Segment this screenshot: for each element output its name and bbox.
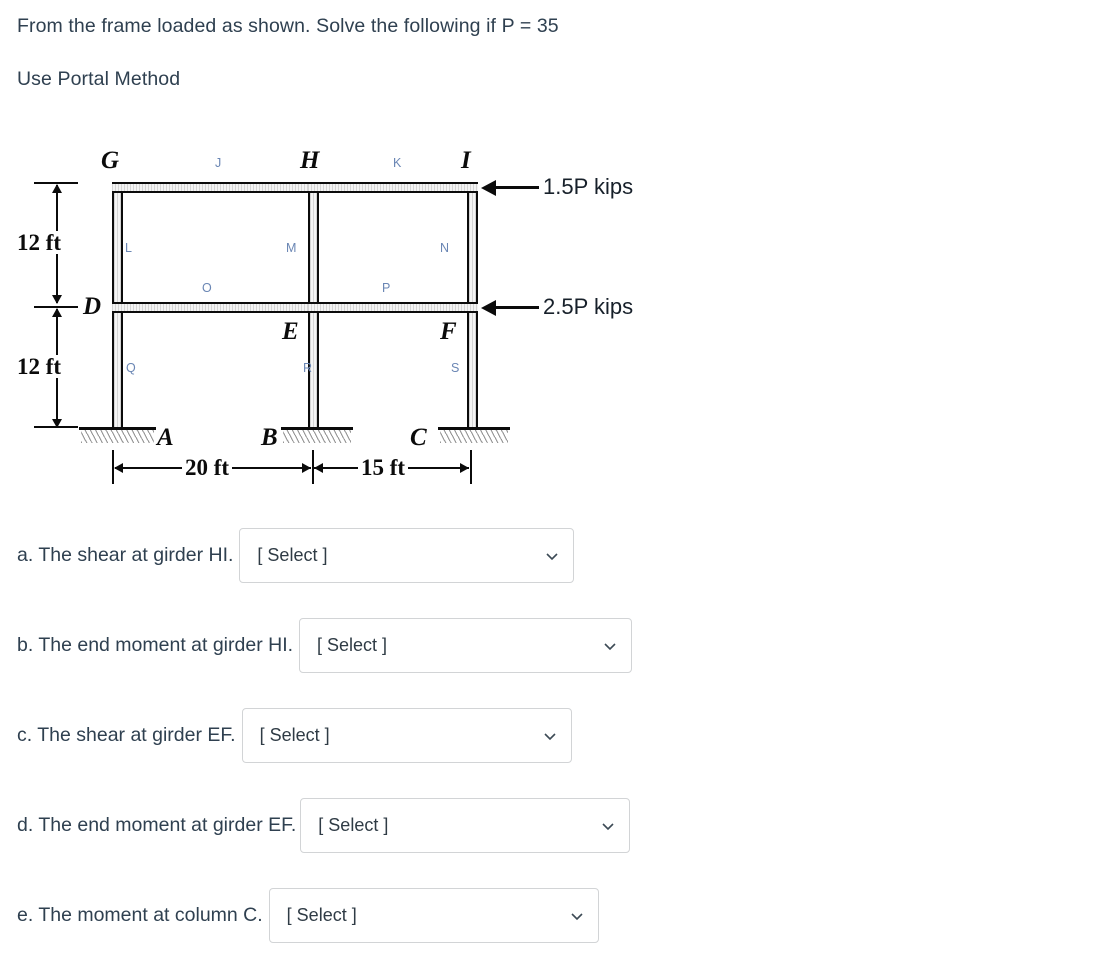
select-value-a: [ Select ] bbox=[257, 545, 328, 565]
midpoint-label-J: J bbox=[215, 156, 222, 170]
midpoint-label-N: N bbox=[440, 241, 450, 255]
midpoint-label-K: K bbox=[393, 156, 402, 170]
dim-arrow-lower-bottom bbox=[52, 419, 62, 428]
load-shaft-middle bbox=[495, 306, 539, 310]
support-hatch-A bbox=[81, 430, 154, 443]
select-shear-girder-EF[interactable]: [ Select ] bbox=[241, 708, 572, 763]
girder-GH bbox=[112, 182, 319, 193]
joint-label-C: C bbox=[410, 424, 427, 451]
joint-label-E: E bbox=[282, 318, 299, 345]
support-hatch-B bbox=[283, 430, 351, 443]
dim-arrow-bay-left-start bbox=[114, 463, 123, 473]
question-row-e: e. The moment at column C. [ Select ] bbox=[17, 888, 599, 943]
dim-arrow-upper-bottom bbox=[52, 295, 62, 304]
question-label-c: c. The shear at girder EF. bbox=[17, 724, 236, 746]
load-label-middle: 2.5P kips bbox=[543, 294, 634, 319]
chevron-down-icon bbox=[544, 732, 556, 740]
dim-arrow-bay-left-end bbox=[302, 463, 311, 473]
midpoint-label-Q: Q bbox=[126, 361, 136, 375]
joint-label-I: I bbox=[461, 147, 471, 174]
midpoint-label-M: M bbox=[286, 241, 297, 255]
question-label-a: a. The shear at girder HI. bbox=[17, 544, 234, 566]
select-moment-column-C[interactable]: [ Select ] bbox=[268, 888, 599, 943]
girder-DE bbox=[112, 302, 319, 313]
joint-label-F: F bbox=[440, 318, 457, 345]
girder-HI bbox=[308, 182, 478, 193]
select-shear-girder-HI[interactable]: [ Select ] bbox=[239, 528, 575, 583]
question-row-a: a. The shear at girder HI. [ Select ] bbox=[17, 528, 575, 583]
dim-label-bay-right: 15 ft bbox=[358, 456, 409, 479]
midpoint-label-R: R bbox=[303, 361, 313, 375]
chevron-down-icon bbox=[546, 552, 558, 560]
question-label-b: b. The end moment at girder HI. bbox=[17, 634, 294, 656]
dim-arrow-lower-top bbox=[52, 308, 62, 317]
dim-extension-C bbox=[470, 450, 473, 484]
midpoint-label-S: S bbox=[451, 361, 460, 375]
chevron-down-icon bbox=[571, 912, 583, 920]
problem-statement-line-2: Use Portal Method bbox=[17, 68, 181, 90]
midpoint-label-L: L bbox=[125, 241, 132, 255]
question-label-e: e. The moment at column C. bbox=[17, 904, 263, 926]
dim-arrow-upper-top bbox=[52, 184, 62, 193]
joint-label-G: G bbox=[101, 147, 120, 174]
frame-diagram: G H I D E F A B C J K L M N O P Q R S 1.… bbox=[0, 130, 720, 505]
load-arrowhead-middle bbox=[481, 300, 496, 316]
dim-arrow-bay-right-start bbox=[314, 463, 323, 473]
dim-label-upper-story: 12 ft bbox=[14, 231, 65, 254]
select-end-moment-girder-EF[interactable]: [ Select ] bbox=[300, 798, 631, 853]
select-value-b: [ Select ] bbox=[317, 635, 388, 655]
problem-statement-line-1: From the frame loaded as shown. Solve th… bbox=[17, 15, 559, 37]
chevron-down-icon bbox=[602, 822, 614, 830]
midpoint-label-P: P bbox=[382, 281, 391, 295]
midpoint-label-O: O bbox=[202, 281, 212, 295]
joint-label-A: A bbox=[157, 424, 174, 451]
load-shaft-top bbox=[495, 186, 539, 190]
chevron-down-icon bbox=[604, 642, 616, 650]
dim-label-lower-story: 12 ft bbox=[14, 355, 65, 378]
dim-label-bay-left: 20 ft bbox=[182, 456, 233, 479]
select-end-moment-girder-HI[interactable]: [ Select ] bbox=[299, 618, 633, 673]
joint-label-H: H bbox=[300, 147, 320, 174]
question-row-d: d. The end moment at girder EF. [ Select… bbox=[17, 798, 631, 853]
support-hatch-C bbox=[440, 430, 508, 443]
dim-arrow-bay-right-end bbox=[460, 463, 469, 473]
select-value-c: [ Select ] bbox=[259, 725, 330, 745]
select-value-d: [ Select ] bbox=[318, 815, 389, 835]
load-label-top: 1.5P kips bbox=[543, 174, 634, 199]
question-row-b: b. The end moment at girder HI. [ Select… bbox=[17, 618, 633, 673]
question-label-d: d. The end moment at girder EF. bbox=[17, 814, 297, 836]
girder-EF bbox=[308, 302, 478, 313]
joint-label-B: B bbox=[261, 424, 278, 451]
question-row-c: c. The shear at girder EF. [ Select ] bbox=[17, 708, 572, 763]
joint-label-D: D bbox=[83, 293, 102, 320]
load-arrowhead-top bbox=[481, 180, 496, 196]
select-value-e: [ Select ] bbox=[286, 905, 357, 925]
